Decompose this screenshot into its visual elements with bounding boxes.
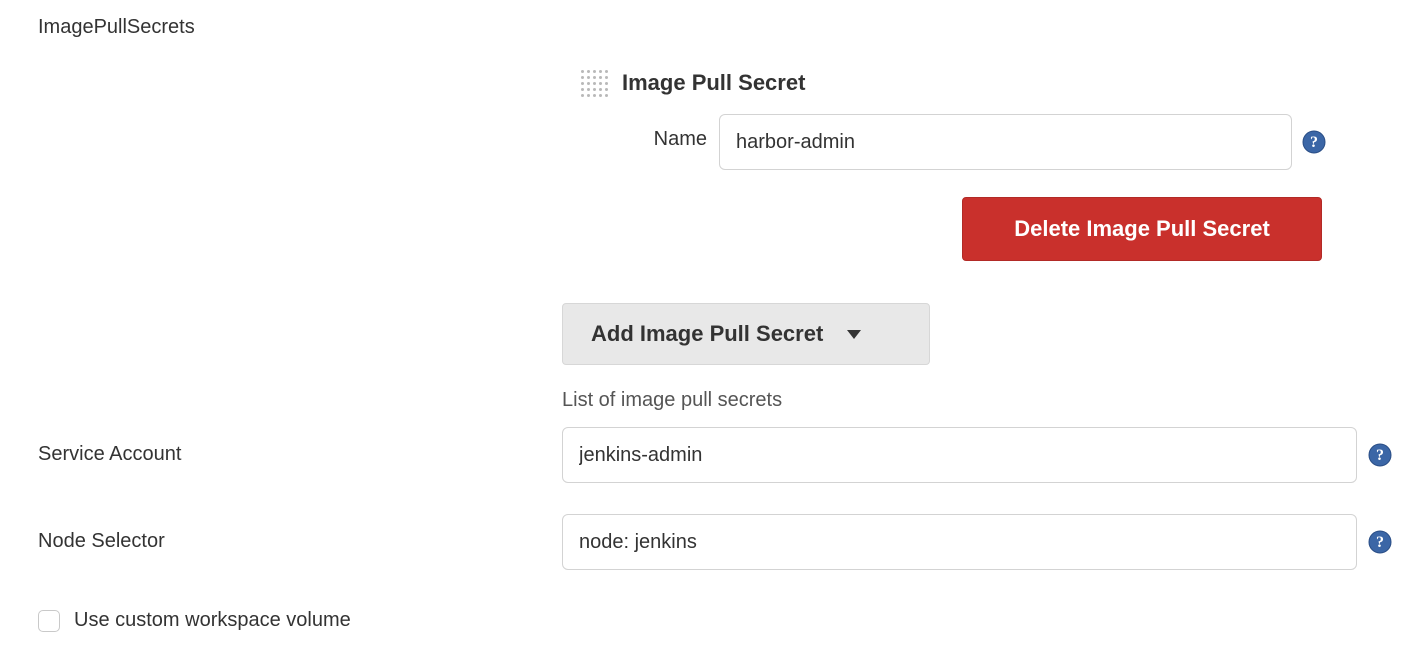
svg-text:?: ? (1310, 134, 1318, 151)
add-image-pull-secret-label: Add Image Pull Secret (591, 321, 823, 347)
node-selector-input[interactable] (562, 514, 1357, 570)
delete-image-pull-secret-button[interactable]: Delete Image Pull Secret (962, 197, 1322, 261)
drag-handle-icon[interactable] (581, 70, 609, 98)
help-icon[interactable]: ? (1302, 130, 1326, 154)
svg-text:?: ? (1376, 447, 1384, 464)
service-account-label: Service Account (38, 443, 181, 466)
use-custom-workspace-volume-row[interactable]: Use custom workspace volume (38, 609, 351, 632)
use-custom-workspace-volume-checkbox[interactable] (38, 610, 60, 632)
help-icon[interactable]: ? (1368, 530, 1392, 554)
chevron-down-icon (847, 330, 861, 339)
add-image-pull-secret-button[interactable]: Add Image Pull Secret (562, 303, 930, 365)
help-icon[interactable]: ? (1368, 443, 1392, 467)
service-account-input[interactable] (562, 427, 1357, 483)
image-pull-secret-heading: Image Pull Secret (622, 70, 805, 96)
use-custom-workspace-volume-label: Use custom workspace volume (74, 609, 351, 632)
name-label: Name (622, 128, 707, 151)
image-pull-secrets-section-label: ImagePullSecrets (38, 16, 195, 39)
svg-text:?: ? (1376, 534, 1384, 551)
node-selector-label: Node Selector (38, 530, 165, 553)
image-pull-secrets-description: List of image pull secrets (562, 389, 782, 412)
secret-name-input[interactable] (719, 114, 1292, 170)
